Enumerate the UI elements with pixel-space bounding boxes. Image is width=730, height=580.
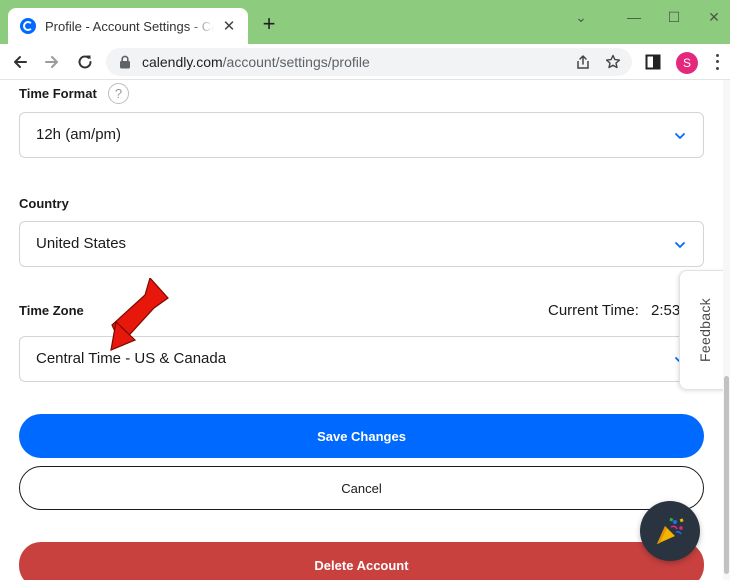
share-icon[interactable] [574,53,592,71]
url-host: calendly.com [142,54,223,70]
browser-title-bar: Profile - Account Settings - Calendly ✕ … [0,0,730,44]
current-time-label: Current Time: [548,302,639,319]
time-format-value: 12h (am/pm) [36,126,122,143]
page-scrollbar[interactable] [723,80,730,580]
country-value: United States [36,235,127,252]
tab-search-icon[interactable]: ⌄ [566,6,596,28]
calendly-favicon-icon [20,18,36,34]
time-format-label: Time Format [19,86,97,101]
tab-close-icon[interactable]: ✕ [220,17,238,35]
chevron-down-icon [675,133,685,139]
country-label: Country [19,196,69,211]
kebab-menu-icon[interactable] [712,52,722,72]
time-zone-value: Central Time - US & Canada [36,350,227,367]
star-icon[interactable] [604,53,622,71]
celebration-button[interactable] [640,501,700,561]
annotation-arrow-icon [110,278,169,351]
save-changes-button[interactable]: Save Changes [19,414,704,458]
side-panel-icon[interactable] [645,54,661,70]
scrollbar-thumb[interactable] [724,376,729,574]
profile-avatar[interactable]: S [676,52,698,74]
address-bar[interactable]: calendly.com/account/settings/profile [106,48,632,76]
chevron-down-icon [675,242,685,248]
party-popper-icon [657,517,684,544]
browser-tab[interactable]: Profile - Account Settings - Calendly ✕ [8,8,248,44]
close-window-button[interactable]: ✕ [699,6,729,28]
url-text: calendly.com/account/settings/profile [142,54,370,70]
current-time-value: 2:53 [651,302,681,319]
tab-title: Profile - Account Settings - Calendly [45,18,214,34]
cancel-button[interactable]: Cancel [19,466,704,510]
delete-account-button[interactable]: Delete Account [19,542,704,580]
feedback-label: Feedback [697,298,714,362]
url-path: /account/settings/profile [222,54,370,70]
reload-icon[interactable] [71,48,99,76]
lock-icon[interactable] [118,55,132,69]
help-icon[interactable]: ? [108,83,129,104]
page-viewport: Time Format ? 12h (am/pm) Country United… [0,80,730,580]
country-select[interactable]: United States [19,221,704,267]
forward-arrow-icon[interactable] [38,48,66,76]
time-zone-label: Time Zone [19,303,84,318]
time-format-select[interactable]: 12h (am/pm) [19,112,704,158]
back-arrow-icon[interactable] [6,48,34,76]
maximize-button[interactable]: ☐ [659,6,689,28]
browser-toolbar: calendly.com/account/settings/profile S [0,44,730,80]
minimize-button[interactable]: — [619,6,649,28]
new-tab-button[interactable]: + [257,11,281,36]
